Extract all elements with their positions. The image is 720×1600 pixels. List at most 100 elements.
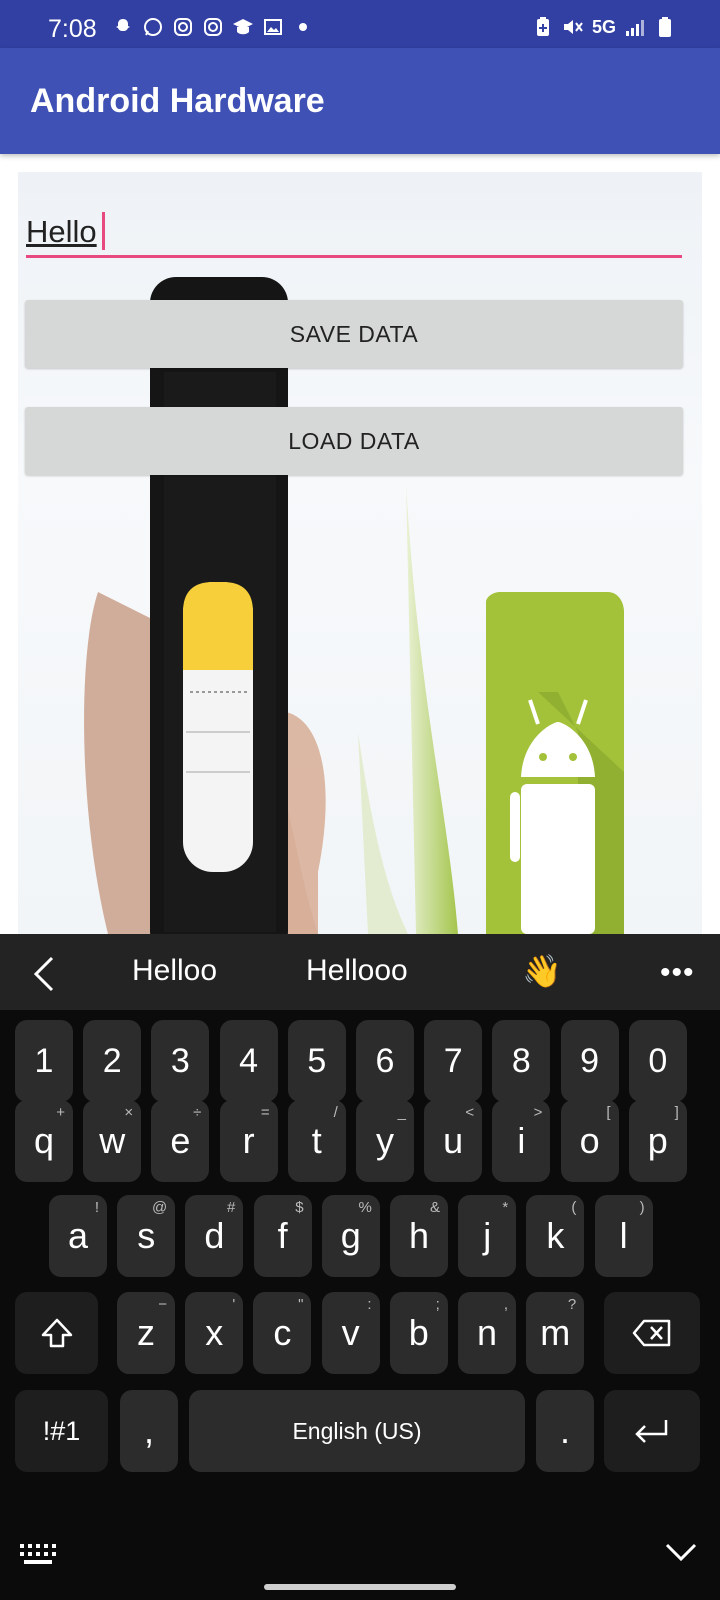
key-b[interactable]: b;: [389, 1292, 448, 1374]
suggestion-emoji[interactable]: 👋: [522, 952, 562, 990]
shift-icon: [41, 1318, 72, 1348]
key-g-label: g: [340, 1215, 361, 1256]
space-key[interactable]: English (US): [189, 1390, 525, 1472]
suggestion-1[interactable]: Helloo: [132, 954, 217, 988]
symbols-key[interactable]: !#1: [15, 1390, 108, 1472]
key-p-label: p: [647, 1120, 668, 1161]
key-m-hint: ?: [567, 1296, 577, 1313]
key-q-hint: +: [56, 1104, 65, 1121]
key-u[interactable]: u <: [424, 1100, 483, 1182]
key-x[interactable]: x ': [185, 1292, 244, 1374]
key-3-label: 3: [170, 1041, 190, 1080]
text-input-value[interactable]: Hello: [26, 214, 97, 250]
key-q-label: q: [33, 1120, 55, 1161]
key-g-hint: %: [358, 1199, 372, 1216]
status-bar: 7:08 5G: [0, 0, 720, 48]
shift-key[interactable]: [15, 1292, 98, 1374]
key-y[interactable]: y _: [356, 1100, 414, 1182]
whatsapp-icon: [142, 16, 164, 38]
chevron-down-icon[interactable]: [664, 1540, 698, 1564]
key-3[interactable]: 3: [151, 1020, 210, 1102]
enter-key[interactable]: [604, 1390, 700, 1472]
more-options-icon[interactable]: •••: [660, 956, 695, 990]
key-5[interactable]: 5: [287, 1020, 346, 1102]
battery-saver-icon: [532, 16, 554, 38]
key-n[interactable]: n,: [458, 1292, 516, 1374]
key-4-label: 4: [239, 1041, 259, 1080]
key-2[interactable]: 2: [83, 1020, 142, 1102]
key-1-label: 1: [34, 1041, 54, 1080]
key-0[interactable]: 0: [628, 1020, 687, 1102]
key-o-hint: [: [606, 1104, 611, 1121]
symbols-key-label: !#1: [42, 1415, 81, 1446]
key-4[interactable]: 4: [219, 1020, 278, 1102]
key-j-label: j: [483, 1215, 492, 1256]
key-r-hint: =: [260, 1104, 270, 1121]
key-v[interactable]: v:: [321, 1292, 380, 1374]
key-i[interactable]: i >: [492, 1100, 551, 1182]
key-z[interactable]: z −: [117, 1292, 175, 1374]
key-y-hint: _: [397, 1104, 406, 1121]
key-d[interactable]: d #: [185, 1195, 244, 1277]
text-input-field[interactable]: Hello: [26, 208, 682, 258]
key-n-hint: ,: [503, 1296, 508, 1313]
key-a[interactable]: a!: [49, 1195, 107, 1277]
key-f[interactable]: f $: [253, 1195, 312, 1277]
key-e-label: e: [170, 1120, 191, 1161]
key-m-label: m: [540, 1312, 571, 1353]
key-q[interactable]: q +: [15, 1100, 73, 1182]
key-p[interactable]: p]: [628, 1100, 687, 1182]
key-y-label: y: [376, 1120, 394, 1161]
save-data-button[interactable]: SAVE DATA: [25, 300, 683, 368]
period-key[interactable]: .: [536, 1390, 594, 1472]
network-type: 5G: [591, 16, 616, 37]
key-1[interactable]: 1: [15, 1020, 73, 1102]
key-8[interactable]: 8: [492, 1020, 551, 1102]
chevron-left-icon[interactable]: [30, 956, 60, 992]
system-icons: 5G: [532, 16, 676, 38]
suggestion-2[interactable]: Hellooo: [306, 954, 408, 988]
key-u-label: u: [443, 1120, 464, 1161]
key-6[interactable]: 6: [356, 1020, 414, 1102]
keyboard-grid-icon[interactable]: [20, 1544, 58, 1566]
snapchat-icon: [112, 16, 134, 38]
app-title: Android Hardware: [30, 82, 325, 120]
key-f-label: f: [277, 1215, 288, 1256]
comma-key[interactable]: ,: [120, 1390, 178, 1472]
key-c[interactable]: c ": [253, 1292, 312, 1374]
key-r-label: r: [242, 1120, 255, 1161]
key-l[interactable]: l): [594, 1195, 653, 1277]
key-m[interactable]: m?: [526, 1292, 585, 1374]
key-e[interactable]: e ÷: [151, 1100, 210, 1182]
key-w[interactable]: w ×: [83, 1100, 142, 1182]
key-o[interactable]: o[: [560, 1100, 619, 1182]
key-h[interactable]: h &: [390, 1195, 448, 1277]
key-j[interactable]: j *: [458, 1195, 517, 1277]
key-g[interactable]: g%: [321, 1195, 380, 1277]
content-area: Hello SAVE DATA LOAD DATA: [18, 172, 702, 934]
signal-icon: [624, 16, 646, 38]
key-7[interactable]: 7: [424, 1020, 483, 1102]
key-r[interactable]: r =: [219, 1100, 278, 1182]
load-data-button[interactable]: LOAD DATA: [25, 407, 683, 475]
key-t[interactable]: t /: [287, 1100, 346, 1182]
battery-icon: [654, 16, 676, 38]
key-k[interactable]: k(: [526, 1195, 585, 1277]
key-s-hint: @: [151, 1199, 168, 1216]
key-t-label: t: [311, 1120, 322, 1161]
key-w-hint: ×: [124, 1104, 134, 1121]
status-time: 7:08: [48, 15, 97, 43]
key-p-hint: ]: [674, 1104, 679, 1121]
key-i-label: i: [517, 1120, 526, 1161]
key-s[interactable]: s @: [117, 1195, 176, 1277]
key-e-hint: ÷: [193, 1104, 202, 1121]
key-a-label: a: [67, 1215, 89, 1256]
navigation-handle[interactable]: [264, 1584, 456, 1590]
backspace-key[interactable]: [604, 1292, 700, 1374]
graduation-cap-icon: [232, 16, 254, 38]
gallery-icon: [262, 16, 284, 38]
instagram-icon: [172, 16, 194, 38]
key-9-label: 9: [580, 1041, 600, 1080]
key-9[interactable]: 9: [560, 1020, 619, 1102]
key-o-label: o: [579, 1120, 600, 1161]
